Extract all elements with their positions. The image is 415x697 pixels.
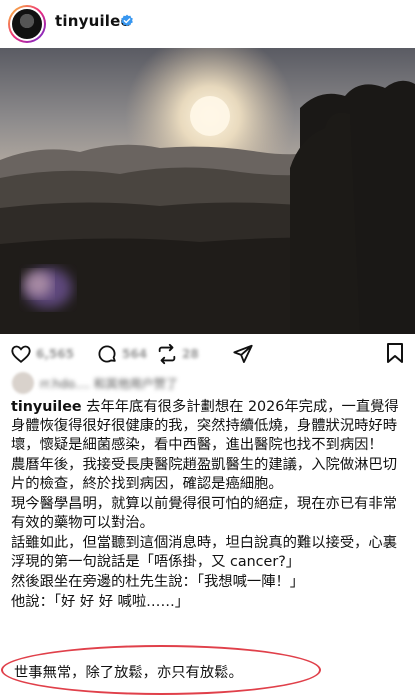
caption-paragraph-1: tinyuilee 去年年底有很多計劃想在 2026年完成，一直覺得身體恢復得很… xyxy=(11,398,409,455)
repost-count: 28 xyxy=(182,347,199,361)
bookmark-icon[interactable] xyxy=(385,342,405,364)
caption-final-line: 世事無常，除了放鬆，亦只有放鬆。 xyxy=(14,665,243,681)
share-action[interactable] xyxy=(232,343,254,365)
comment-icon[interactable] xyxy=(96,343,118,365)
comment-action[interactable]: 564 xyxy=(96,343,147,365)
post-photo[interactable] xyxy=(0,48,415,334)
caption-line: 農曆年後，我接受長庚醫院趙盈凱醫生的建議，入院做淋巴切片的檢查，終於找到病因，確… xyxy=(11,457,398,492)
avatar[interactable] xyxy=(8,5,46,43)
caption-username[interactable]: tinyuilee xyxy=(11,399,82,415)
liked-by-avatar xyxy=(12,372,34,394)
like-count: 6,565 xyxy=(36,347,74,361)
send-icon[interactable] xyxy=(232,343,254,365)
liked-by-text: rr.hdo.... 和其他用户赞了 xyxy=(40,376,178,391)
caption: tinyuilee 去年年底有很多計劃想在 2026年完成，一直覺得身體恢復得很… xyxy=(11,398,409,613)
caption-line: 然後跟坐在旁邊的杜先生說：「我想喊一陣！」 xyxy=(11,574,305,590)
action-bar: 6,565 564 28 xyxy=(0,334,415,370)
repost-action[interactable]: 28 xyxy=(156,343,199,365)
post-header: tinyuilee xyxy=(0,0,415,48)
caption-line: 話雖如此，但當聽到這個消息時，坦白說真的難以接受，心裏浮現的第一句說話是「唔係掛… xyxy=(11,535,398,570)
verified-badge-icon xyxy=(121,14,133,27)
repost-icon[interactable] xyxy=(156,343,178,365)
liked-by[interactable]: rr.hdo.... 和其他用户赞了 xyxy=(12,372,178,394)
caption-line: 他說：「好 好 好 喊啦……」 xyxy=(11,594,190,610)
like-action[interactable]: 6,565 xyxy=(10,343,74,365)
caption-line: 現今醫學昌明，就算以前覺得很可怕的絕症，現在亦已有非常有效的藥物可以對治。 xyxy=(11,496,398,531)
comment-count: 564 xyxy=(122,347,148,361)
heart-icon[interactable] xyxy=(10,343,32,365)
